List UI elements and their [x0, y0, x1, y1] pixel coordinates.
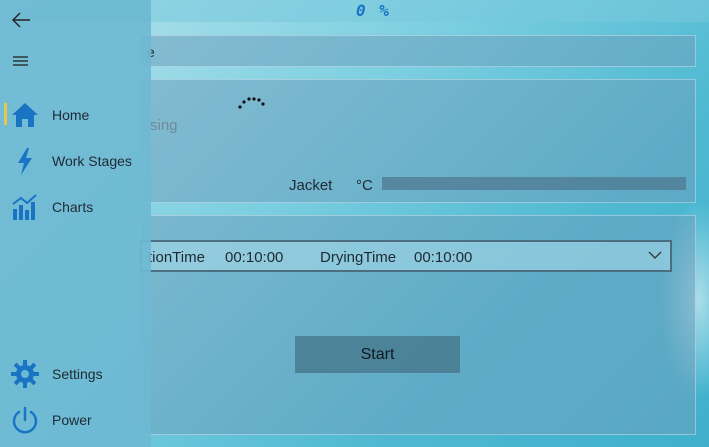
home-icon	[12, 103, 38, 127]
recipe-time-value: 00:10:00	[225, 249, 284, 266]
drying-time-value: 00:10:00	[414, 249, 473, 266]
navigation-pane: Home Work Stages Charts Settings Power	[0, 0, 151, 447]
power-icon	[12, 406, 38, 434]
top-info-panel	[140, 35, 696, 67]
nav-label-settings: Settings	[52, 366, 103, 382]
chevron-down-icon	[648, 251, 662, 259]
nav-item-power[interactable]: Power	[0, 402, 151, 438]
nav-item-work-stages[interactable]: Work Stages	[0, 143, 151, 179]
recipe-select[interactable]: tionTime 00:10:00 DryingTime 00:10:00	[140, 240, 672, 272]
nav-label-home: Home	[52, 107, 90, 123]
nav-label-charts: Charts	[52, 199, 94, 215]
progress-percent: 0 %	[356, 1, 391, 20]
start-button[interactable]: Start	[295, 336, 460, 373]
nav-label-work-stages: Work Stages	[52, 153, 132, 169]
loading-spinner-icon	[238, 97, 265, 109]
jacket-temperature-bar	[382, 177, 686, 190]
jacket-unit: °C	[356, 177, 373, 194]
nav-item-home[interactable]: Home	[0, 97, 151, 133]
gear-icon	[11, 360, 39, 388]
process-status-text: sing	[150, 117, 178, 134]
hamburger-menu-icon[interactable]	[8, 50, 34, 72]
nav-item-settings[interactable]: Settings	[0, 356, 151, 392]
nav-label-power: Power	[52, 412, 92, 428]
jacket-label: Jacket	[289, 177, 333, 194]
back-arrow-icon[interactable]	[8, 9, 34, 31]
drying-time-label: DryingTime	[320, 249, 397, 266]
lightning-icon	[18, 148, 32, 175]
nav-item-charts[interactable]: Charts	[0, 189, 151, 225]
selection-indicator	[4, 103, 7, 125]
chart-icon	[12, 194, 37, 220]
recipe-time-label: tionTime	[148, 249, 205, 266]
